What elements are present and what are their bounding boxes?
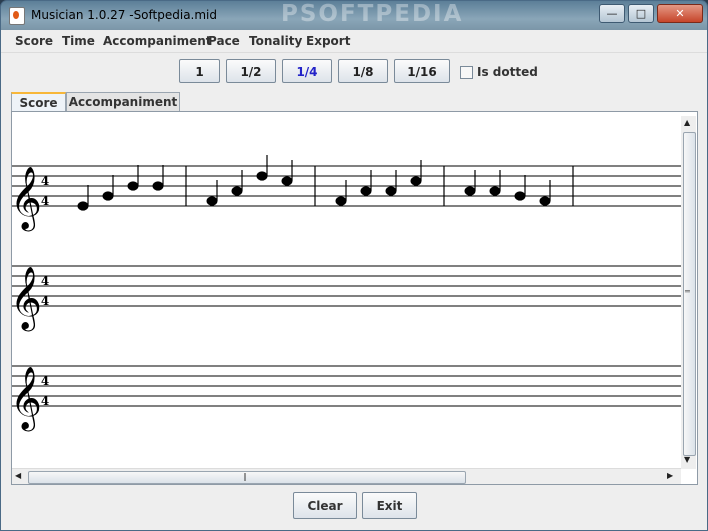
note-head	[281, 176, 293, 186]
grip-icon: ‖	[243, 472, 247, 481]
duration-eighth-button[interactable]: 1/8	[338, 59, 388, 83]
time-signature-bottom: 4	[41, 294, 49, 308]
time-signature-top: 4	[41, 374, 49, 388]
close-button[interactable]: ✕	[657, 4, 703, 23]
note-head	[464, 186, 476, 196]
grip-icon: ═	[685, 287, 690, 296]
time-signature-top: 4	[41, 274, 49, 288]
note-head	[385, 186, 397, 196]
duration-half-button[interactable]: 1/2	[226, 59, 276, 83]
title-bar[interactable]: Musician 1.0.27 -Softpedia.mid PSOFTPEDI…	[1, 1, 707, 30]
note-head	[514, 191, 526, 201]
java-app-icon	[9, 7, 25, 25]
vertical-scrollbar[interactable]: ▲ ═ ▼	[681, 116, 696, 469]
score-canvas[interactable]: 𝄞44𝄞44𝄞44	[12, 112, 681, 468]
vertical-scroll-thumb[interactable]: ═	[683, 132, 696, 456]
arrow-left-icon[interactable]: ◀	[15, 471, 21, 480]
minimize-button[interactable]: —	[599, 4, 625, 23]
is-dotted-label: Is dotted	[477, 65, 538, 79]
is-dotted-checkbox[interactable]	[460, 66, 473, 79]
note-head	[360, 186, 372, 196]
tab-accompaniment[interactable]: Accompaniment	[66, 92, 180, 111]
arrow-right-icon[interactable]: ▶	[667, 471, 673, 480]
note-head	[152, 181, 164, 191]
app-window: Musician 1.0.27 -Softpedia.mid PSOFTPEDI…	[0, 0, 708, 531]
note-head	[206, 196, 218, 206]
time-signature-bottom: 4	[41, 194, 49, 208]
menu-accompaniment[interactable]: Accompaniment	[103, 34, 212, 48]
arrow-up-icon[interactable]: ▲	[684, 118, 690, 127]
time-signature-top: 4	[41, 174, 49, 188]
clear-button[interactable]: Clear	[293, 492, 357, 519]
duration-quarter-button[interactable]: 1/4	[282, 59, 332, 83]
note-head	[127, 181, 139, 191]
note-head	[489, 186, 501, 196]
note-head	[77, 201, 89, 211]
note-head	[539, 196, 551, 206]
note-head	[231, 186, 243, 196]
menu-export[interactable]: Export	[306, 34, 350, 48]
note-head	[410, 176, 422, 186]
menu-bar: Score Time Accompaniment Pace Tonality E…	[1, 30, 707, 53]
softpedia-watermark: PSOFTPEDIA	[281, 1, 464, 27]
horizontal-scroll-thumb[interactable]: ‖	[28, 471, 466, 484]
time-signature-bottom: 4	[41, 394, 49, 408]
duration-sixteenth-button[interactable]: 1/16	[394, 59, 450, 83]
menu-time[interactable]: Time	[62, 34, 95, 48]
note-head	[256, 171, 268, 181]
menu-tonality[interactable]: Tonality	[249, 34, 302, 48]
maximize-button[interactable]: □	[628, 4, 654, 23]
exit-button[interactable]: Exit	[362, 492, 417, 519]
note-head	[102, 191, 114, 201]
duration-whole-button[interactable]: 1	[179, 59, 220, 83]
menu-pace[interactable]: Pace	[208, 34, 240, 48]
arrow-down-icon[interactable]: ▼	[684, 455, 690, 464]
treble-clef-icon: 𝄞	[12, 366, 42, 432]
treble-clef-icon: 𝄞	[12, 166, 42, 232]
tab-score[interactable]: Score	[11, 92, 66, 111]
menu-score[interactable]: Score	[15, 34, 53, 48]
window-title: Musician 1.0.27 -Softpedia.mid	[31, 8, 217, 22]
treble-clef-icon: 𝄞	[12, 266, 42, 332]
note-head	[335, 196, 347, 206]
horizontal-scrollbar[interactable]: ◀ ‖ ▶	[12, 468, 681, 484]
